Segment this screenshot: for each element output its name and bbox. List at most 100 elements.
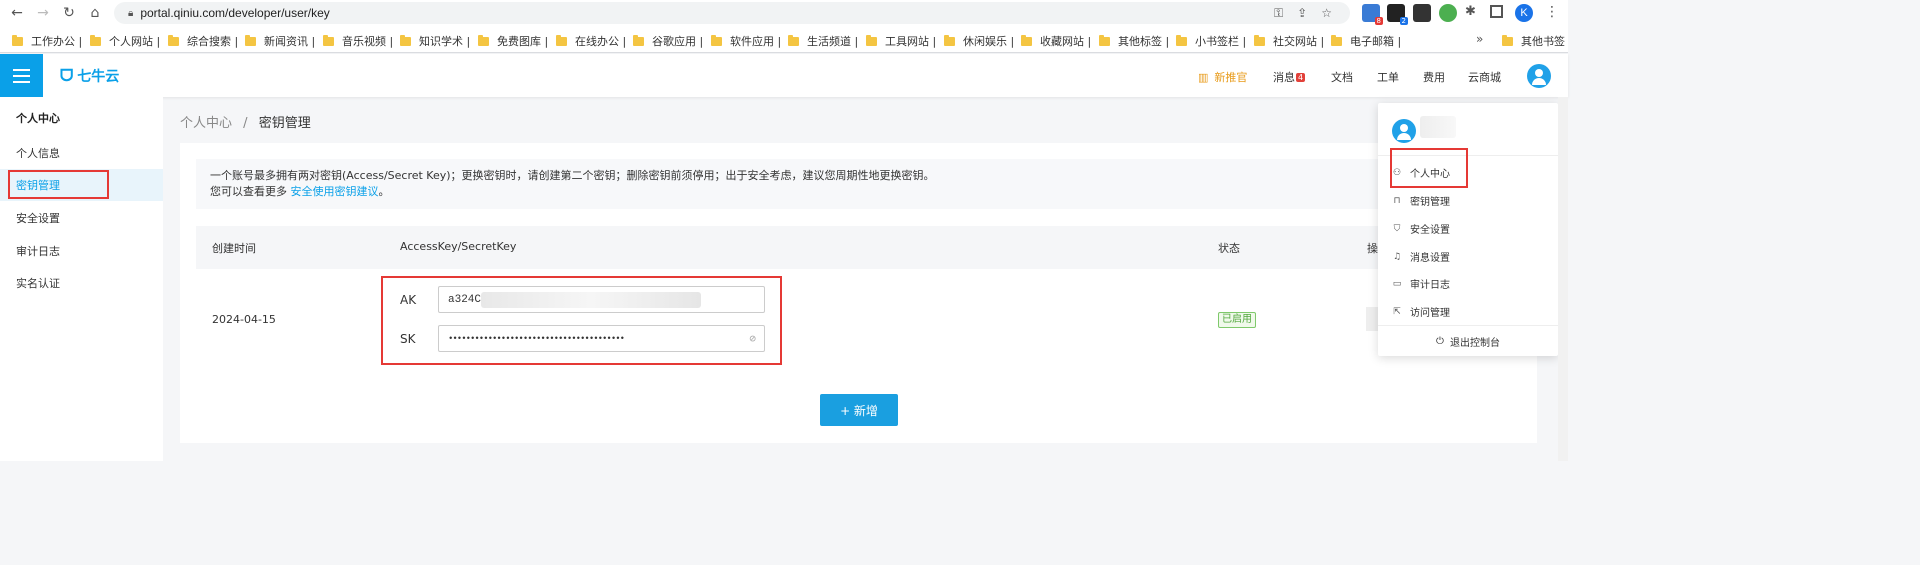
bookmark-folder[interactable]: 电子邮箱 | (1331, 33, 1401, 49)
bookmark-folder[interactable]: 音乐视频 | (323, 33, 393, 49)
folder-icon (323, 34, 334, 46)
gift-icon: ▥ (1198, 71, 1209, 84)
add-key-button[interactable]: + 新增 (820, 394, 898, 426)
monitor-icon: ▭ (1392, 278, 1402, 289)
bookmark-folder[interactable]: 新闻资讯 | (245, 33, 315, 49)
page-scrollbar[interactable] (1558, 97, 1568, 461)
browser-toolbar: ← → ↻ ⌂ 🔒︎ portal.qiniu.com/developer/us… (0, 0, 1568, 27)
hamburger-menu-icon[interactable] (0, 54, 43, 97)
dropdown-item-notifications[interactable]: ♫ 消息设置 (1392, 249, 1450, 265)
sidebar-item-verification[interactable]: 实名认证 (0, 267, 163, 299)
home-icon[interactable]: ⌂ (84, 2, 106, 24)
folder-icon (711, 34, 722, 46)
redacted-username (1420, 116, 1456, 138)
highlight-box (8, 170, 109, 199)
column-keys: AccessKey/SecretKey (400, 240, 517, 253)
security-advice-link[interactable]: 安全使用密钥建议 (291, 185, 379, 198)
power-icon: ⏻ (1436, 335, 1444, 347)
folder-icon (478, 34, 489, 46)
highlight-box (381, 276, 782, 365)
extension-icon[interactable]: 8 (1362, 4, 1383, 25)
url-text: portal.qiniu.com/developer/user/key (140, 6, 330, 20)
breadcrumb-separator: / (243, 116, 248, 131)
back-icon[interactable]: ← (6, 2, 28, 24)
share-icon[interactable]: ⇪ (1297, 6, 1307, 21)
key-icon[interactable]: ⚿ (1274, 6, 1283, 21)
docs-link[interactable]: 文档 (1331, 69, 1353, 85)
user-dropdown: ⚇ 个人中心 ⊓ 密钥管理 ⛉ 安全设置 ♫ 消息设置 ▭ 审计日志 ⇱ 访问管理 ⏻ 退出控… (1378, 103, 1558, 356)
sidebar-item-profile[interactable]: 个人信息 (0, 137, 163, 169)
bookmark-folder[interactable]: 收藏网站 | (1021, 33, 1091, 49)
bookmark-folder[interactable]: 社交网站 | (1254, 33, 1324, 49)
bookmark-folder[interactable]: 工作办公 | (12, 33, 82, 49)
dropdown-item-audit[interactable]: ▭ 审计日志 (1392, 276, 1450, 292)
action-button[interactable] (1366, 307, 1378, 331)
notice-box: 一个账号最多拥有两对密钥(Access/Secret Key)；更换密钥时，请创… (196, 159, 1521, 209)
promo-link[interactable]: ▥ 新推官 (1198, 69, 1247, 85)
breadcrumb-current: 密钥管理 (258, 116, 311, 131)
reload-icon[interactable]: ↻ (58, 2, 80, 24)
folder-icon (1176, 34, 1187, 46)
bookmarks-overflow-icon[interactable]: » (1476, 32, 1483, 46)
globe-icon[interactable] (1439, 4, 1457, 22)
billing-link[interactable]: 费用 (1423, 69, 1445, 85)
ticket-link[interactable]: 工单 (1377, 69, 1399, 85)
folder-icon (1502, 34, 1513, 46)
sidepanel-icon[interactable] (1490, 5, 1503, 18)
url-bar[interactable]: 🔒︎ portal.qiniu.com/developer/user/key ⚿… (114, 2, 1350, 24)
notice-line2: 您可以查看更多 安全使用密钥建议。 (210, 185, 390, 198)
bookmark-folder[interactable]: 生活频道 | (788, 33, 858, 49)
mall-link[interactable]: 云商城 (1468, 69, 1501, 85)
dropdown-item-security[interactable]: ⛉ 安全设置 (1392, 221, 1450, 237)
forward-icon[interactable]: → (32, 2, 54, 24)
sidebar-item-security[interactable]: 安全设置 (0, 202, 163, 234)
folder-icon (1021, 34, 1032, 46)
sidebar-item-audit[interactable]: 审计日志 (0, 235, 163, 267)
extension-icon[interactable]: 2 (1387, 4, 1408, 25)
bookmark-folder[interactable]: 工具网站 | (866, 33, 936, 49)
folder-icon (400, 34, 411, 46)
dropdown-item-keys[interactable]: ⊓ 密钥管理 (1392, 193, 1450, 209)
puzzle-icon[interactable]: ✱ (1465, 4, 1476, 19)
folder-icon (788, 34, 799, 46)
column-created: 创建时间 (212, 242, 256, 255)
messages-link[interactable]: 消息 4 (1273, 69, 1306, 85)
bookmark-folder[interactable]: 软件应用 | (711, 33, 781, 49)
star-icon[interactable]: ☆ (1321, 6, 1332, 21)
folder-icon (1331, 34, 1342, 46)
folder-icon (866, 34, 877, 46)
dropdown-avatar (1392, 119, 1416, 143)
bookmark-folder[interactable]: 小书签栏 | (1176, 33, 1246, 49)
extension-icon[interactable] (1413, 4, 1431, 22)
bookmark-folder[interactable]: 个人网站 | (90, 33, 160, 49)
menu-icon[interactable]: ⋮ (1545, 4, 1559, 20)
bookmark-folder[interactable]: 其他标签 | (1099, 33, 1169, 49)
table-header: 创建时间 AccessKey/SecretKey 状态 操 (196, 226, 1521, 269)
bookmark-folder[interactable]: 免费图库 | (478, 33, 548, 49)
folder-icon (168, 34, 179, 46)
bookmark-folder[interactable]: 知识学术 | (400, 33, 470, 49)
sidebar: 个人中心 个人信息 密钥管理 安全设置 审计日志 实名认证 (0, 97, 163, 461)
bookmarks-bar: 工作办公 | 个人网站 | 综合搜索 | 新闻资讯 | 音乐视频 | 知识学术 … (0, 27, 1568, 53)
sidebar-title: 个人中心 (16, 112, 60, 125)
user-avatar[interactable] (1527, 64, 1551, 88)
status-badge: 已启用 (1218, 312, 1256, 328)
bookmark-folder[interactable]: 谷歌应用 | (633, 33, 703, 49)
app-header: ᗜ 七牛云 ▥ 新推官 消息 4 文档 工单 费用 云商城 (0, 54, 1568, 97)
bookmark-folder[interactable]: 综合搜索 | (168, 33, 238, 49)
shield-icon: ⛉ (1393, 223, 1401, 234)
column-actions: 操 (1367, 242, 1378, 255)
lock-icon: 🔒︎ (128, 7, 134, 19)
bookmark-folder[interactable]: 在线办公 | (556, 33, 626, 49)
extension-badge: 8 (1374, 17, 1383, 25)
other-bookmarks[interactable]: 其他书签 (1502, 33, 1565, 49)
column-status: 状态 (1218, 242, 1240, 255)
highlight-box (1390, 148, 1468, 188)
profile-avatar[interactable]: K (1515, 4, 1533, 22)
lock-icon: ⊓ (1393, 195, 1401, 206)
breadcrumb-root[interactable]: 个人中心 (180, 116, 232, 131)
dropdown-item-access[interactable]: ⇱ 访问管理 (1392, 304, 1450, 320)
bookmark-folder[interactable]: 休闲娱乐 | (944, 33, 1014, 49)
logout-button[interactable]: ⏻ 退出控制台 (1378, 325, 1558, 356)
qiniu-logo[interactable]: ᗜ 七牛云 (60, 66, 119, 86)
